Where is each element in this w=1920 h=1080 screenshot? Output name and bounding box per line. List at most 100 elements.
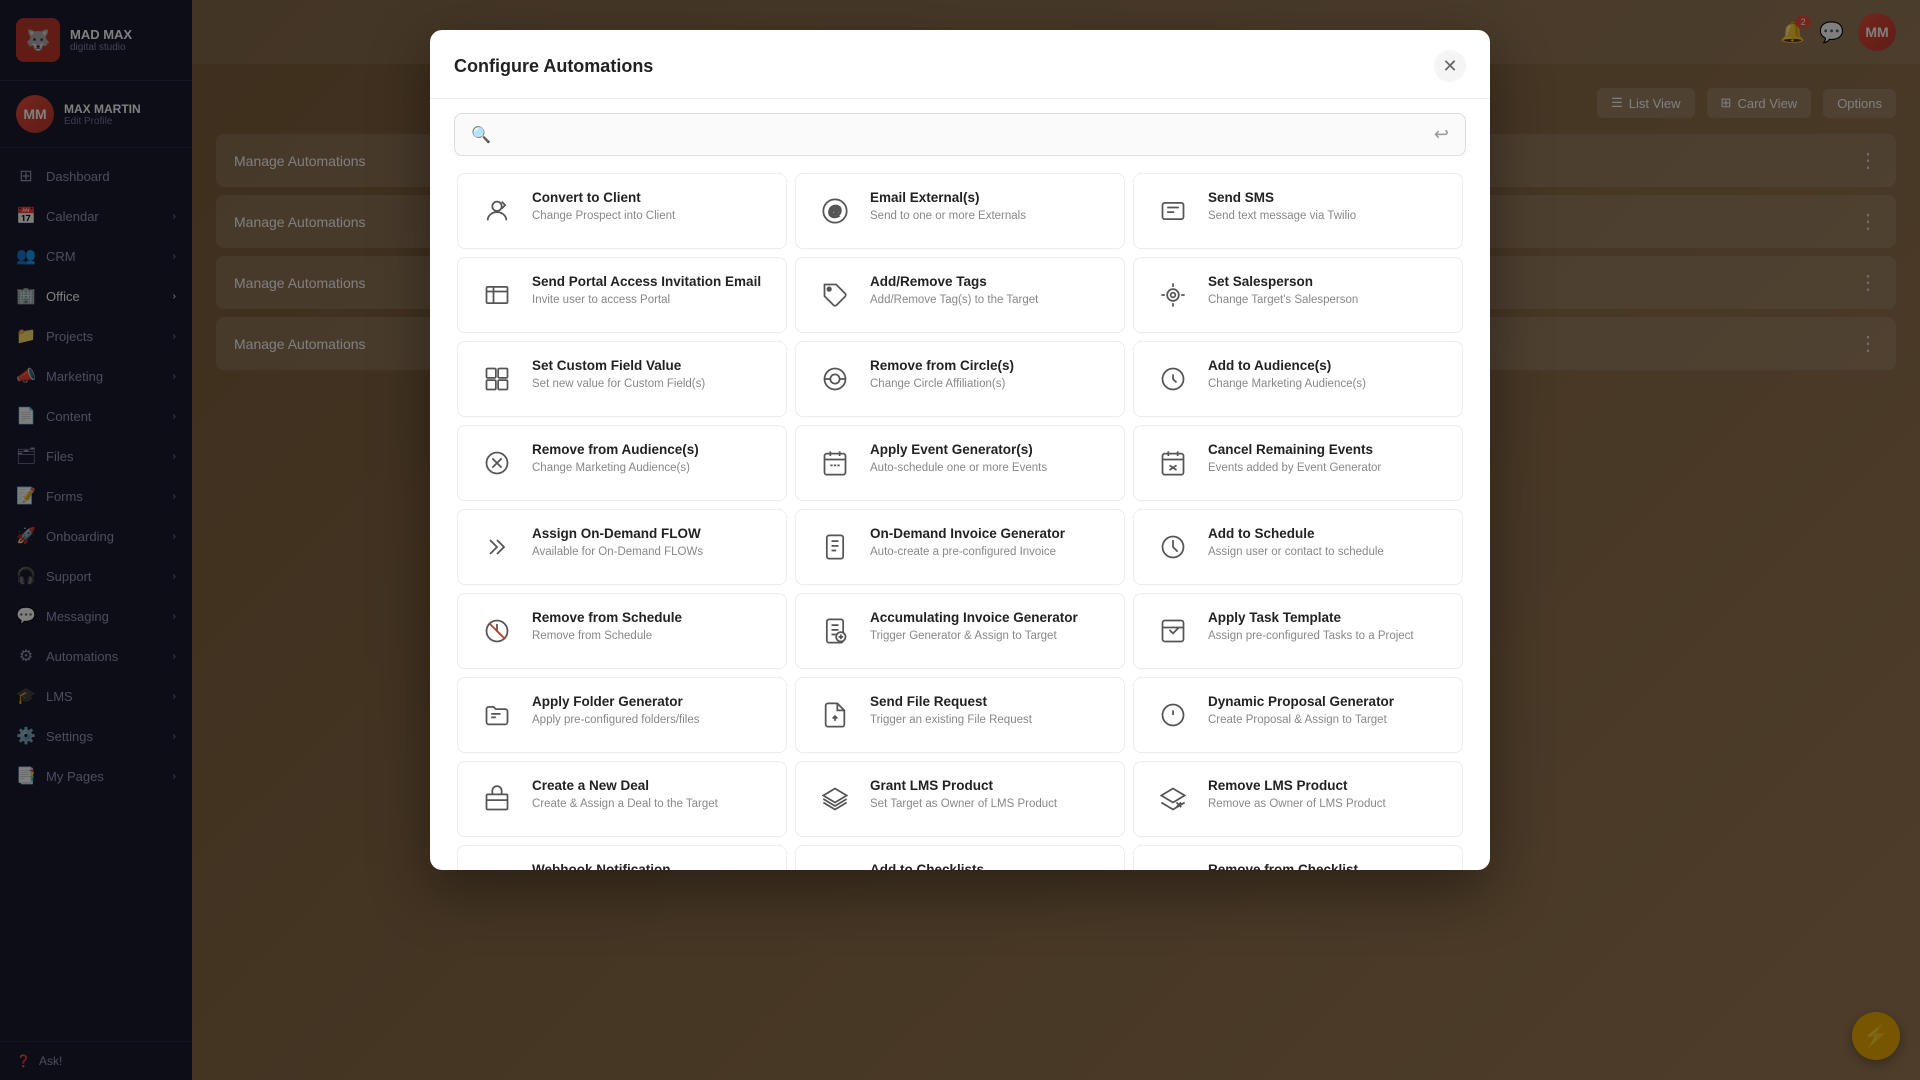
automation-card-convert-to-client[interactable]: Convert to Client Change Prospect into C…: [457, 173, 787, 249]
webhook-icon: [476, 862, 518, 870]
card-title-add-to-audiences: Add to Audience(s): [1208, 358, 1444, 373]
automation-card-grant-lms-product[interactable]: Grant LMS Product Set Target as Owner of…: [795, 761, 1125, 837]
configure-automations-modal: Configure Automations ✕ 🔍 ↩ Convert to C…: [430, 30, 1490, 870]
search-icon: 🔍: [471, 125, 491, 145]
automation-card-remove-from-circle[interactable]: Remove from Circle(s) Change Circle Affi…: [795, 341, 1125, 417]
automation-card-webhook-notification[interactable]: Webhook Notification Fire a webhook to y…: [457, 845, 787, 870]
lms-grant-icon: [814, 778, 856, 820]
checklist-add-icon: [814, 862, 856, 870]
portal-icon: [476, 274, 518, 316]
automation-card-assign-on-demand-flow[interactable]: Assign On-Demand FLOW Available for On-D…: [457, 509, 787, 585]
file-req-icon: [814, 694, 856, 736]
automation-card-add-to-audiences[interactable]: Add to Audience(s) Change Marketing Audi…: [1133, 341, 1463, 417]
automation-card-add-remove-tags[interactable]: Add/Remove Tags Add/Remove Tag(s) to the…: [795, 257, 1125, 333]
automation-card-create-new-deal[interactable]: Create a New Deal Create & Assign a Deal…: [457, 761, 787, 837]
card-desc-set-salesperson: Change Target's Salesperson: [1208, 292, 1444, 308]
field-icon: [476, 358, 518, 400]
card-desc-accumulating-invoice: Trigger Generator & Assign to Target: [870, 628, 1106, 644]
card-title-apply-task-template: Apply Task Template: [1208, 610, 1444, 625]
circle-icon: [814, 358, 856, 400]
automation-card-dynamic-proposal[interactable]: Dynamic Proposal Generator Create Propos…: [1133, 677, 1463, 753]
card-title-email-externals: Email External(s): [870, 190, 1106, 205]
card-title-send-file-request: Send File Request: [870, 694, 1106, 709]
search-bar: 🔍 ↩: [454, 113, 1466, 156]
lms-remove-icon: [1152, 778, 1194, 820]
card-title-cancel-remaining-events: Cancel Remaining Events: [1208, 442, 1444, 457]
deal-icon: [476, 778, 518, 820]
folder-icon: [476, 694, 518, 736]
automation-card-send-portal-access[interactable]: Send Portal Access Invitation Email Invi…: [457, 257, 787, 333]
automation-card-on-demand-invoice[interactable]: On-Demand Invoice Generator Auto-create …: [795, 509, 1125, 585]
card-desc-on-demand-invoice: Auto-create a pre-configured Invoice: [870, 544, 1106, 560]
proposal-icon: [1152, 694, 1194, 736]
card-desc-apply-task-template: Assign pre-configured Tasks to a Project: [1208, 628, 1444, 644]
card-title-create-new-deal: Create a New Deal: [532, 778, 768, 793]
modal-close-button[interactable]: ✕: [1434, 50, 1466, 82]
automation-card-add-to-checklists[interactable]: Add to Checklists Assign Target to Check…: [795, 845, 1125, 870]
automation-card-apply-task-template[interactable]: Apply Task Template Assign pre-configure…: [1133, 593, 1463, 669]
card-title-on-demand-invoice: On-Demand Invoice Generator: [870, 526, 1106, 541]
schedule-icon: [1152, 526, 1194, 568]
event-gen-icon: [814, 442, 856, 484]
card-desc-remove-from-circle: Change Circle Affiliation(s): [870, 376, 1106, 392]
automation-card-set-salesperson[interactable]: Set Salesperson Change Target's Salesper…: [1133, 257, 1463, 333]
automation-card-remove-from-checklist[interactable]: Remove from Checklist Remove Target from…: [1133, 845, 1463, 870]
card-desc-apply-folder-generator: Apply pre-configured folders/files: [532, 712, 768, 728]
automation-card-apply-event-generator[interactable]: Apply Event Generator(s) Auto-schedule o…: [795, 425, 1125, 501]
sms-icon: [1152, 190, 1194, 232]
audience-icon: [1152, 358, 1194, 400]
automation-card-add-to-schedule[interactable]: Add to Schedule Assign user or contact t…: [1133, 509, 1463, 585]
checklist-remove-icon: [1152, 862, 1194, 870]
search-input[interactable]: [501, 127, 1424, 143]
card-title-apply-folder-generator: Apply Folder Generator: [532, 694, 768, 709]
automation-card-remove-from-audiences[interactable]: Remove from Audience(s) Change Marketing…: [457, 425, 787, 501]
automation-card-cancel-remaining-events[interactable]: Cancel Remaining Events Events added by …: [1133, 425, 1463, 501]
card-title-set-salesperson: Set Salesperson: [1208, 274, 1444, 289]
card-desc-email-externals: Send to one or more Externals: [870, 208, 1106, 224]
automation-card-set-custom-field[interactable]: Set Custom Field Value Set new value for…: [457, 341, 787, 417]
modal-header: Configure Automations ✕: [430, 30, 1490, 99]
automation-card-email-externals[interactable]: @ Email External(s) Send to one or more …: [795, 173, 1125, 249]
card-desc-send-sms: Send text message via Twilio: [1208, 208, 1444, 224]
rm-schedule-icon: [476, 610, 518, 652]
automation-card-apply-folder-generator[interactable]: Apply Folder Generator Apply pre-configu…: [457, 677, 787, 753]
automation-cards-grid: Convert to Client Change Prospect into C…: [430, 170, 1490, 870]
card-title-add-to-checklists: Add to Checklists: [870, 862, 1106, 870]
card-title-remove-from-circle: Remove from Circle(s): [870, 358, 1106, 373]
card-title-set-custom-field: Set Custom Field Value: [532, 358, 768, 373]
card-title-assign-on-demand-flow: Assign On-Demand FLOW: [532, 526, 768, 541]
salesperson-icon: [1152, 274, 1194, 316]
card-desc-add-remove-tags: Add/Remove Tag(s) to the Target: [870, 292, 1106, 308]
card-desc-apply-event-generator: Auto-schedule one or more Events: [870, 460, 1106, 476]
card-title-apply-event-generator: Apply Event Generator(s): [870, 442, 1106, 457]
back-button[interactable]: ↩: [1434, 124, 1449, 145]
card-title-dynamic-proposal: Dynamic Proposal Generator: [1208, 694, 1444, 709]
card-title-add-remove-tags: Add/Remove Tags: [870, 274, 1106, 289]
automation-card-remove-from-schedule[interactable]: Remove from Schedule Remove from Schedul…: [457, 593, 787, 669]
card-title-remove-lms-product: Remove LMS Product: [1208, 778, 1444, 793]
card-title-send-portal-access: Send Portal Access Invitation Email: [532, 274, 768, 289]
acc-invoice-icon: [814, 610, 856, 652]
card-title-grant-lms-product: Grant LMS Product: [870, 778, 1106, 793]
card-desc-remove-lms-product: Remove as Owner of LMS Product: [1208, 796, 1444, 812]
card-desc-cancel-remaining-events: Events added by Event Generator: [1208, 460, 1444, 476]
automation-card-send-file-request[interactable]: Send File Request Trigger an existing Fi…: [795, 677, 1125, 753]
card-title-accumulating-invoice: Accumulating Invoice Generator: [870, 610, 1106, 625]
card-title-convert-to-client: Convert to Client: [532, 190, 768, 205]
automation-card-accumulating-invoice[interactable]: Accumulating Invoice Generator Trigger G…: [795, 593, 1125, 669]
card-title-add-to-schedule: Add to Schedule: [1208, 526, 1444, 541]
invoice-icon: [814, 526, 856, 568]
card-desc-remove-from-audiences: Change Marketing Audience(s): [532, 460, 768, 476]
card-desc-convert-to-client: Change Prospect into Client: [532, 208, 768, 224]
email-icon: @: [814, 190, 856, 232]
task-icon: [1152, 610, 1194, 652]
modal-title: Configure Automations: [454, 56, 653, 77]
card-desc-add-to-audiences: Change Marketing Audience(s): [1208, 376, 1444, 392]
automation-card-send-sms[interactable]: Send SMS Send text message via Twilio: [1133, 173, 1463, 249]
cancel-events-icon: [1152, 442, 1194, 484]
automation-card-remove-lms-product[interactable]: Remove LMS Product Remove as Owner of LM…: [1133, 761, 1463, 837]
card-title-send-sms: Send SMS: [1208, 190, 1444, 205]
card-desc-set-custom-field: Set new value for Custom Field(s): [532, 376, 768, 392]
rm-audience-icon: [476, 442, 518, 484]
card-title-remove-from-audiences: Remove from Audience(s): [532, 442, 768, 457]
